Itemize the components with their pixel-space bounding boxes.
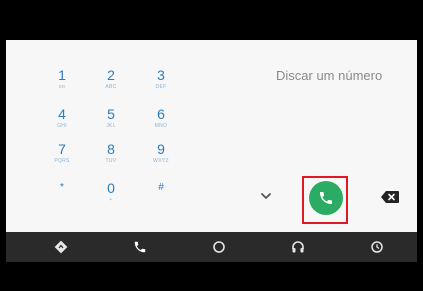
key-7[interactable]: 7 PQRS	[42, 141, 82, 179]
dialer-screen: 1 oo 2 ABC 3 DEF 4 GHI 5 JKL 6 MNO 7 PQR…	[6, 40, 417, 232]
call-button-highlight	[302, 176, 348, 224]
key-7-letters: PQRS	[54, 158, 70, 164]
headphones-icon	[292, 241, 304, 253]
android-auto-nav-bar	[6, 232, 417, 262]
phone-icon	[134, 241, 146, 253]
key-6-letters: MNO	[154, 123, 168, 129]
key-8[interactable]: 8 TUV	[91, 141, 131, 179]
key-2-number: 2	[107, 67, 115, 83]
key-2-letters: ABC	[105, 84, 117, 90]
home-circle-icon	[213, 241, 225, 253]
key-9[interactable]: 9 WXYZ	[141, 141, 181, 179]
key-5-letters: JKL	[106, 123, 116, 129]
recent-icon	[371, 241, 383, 253]
number-display-placeholder[interactable]: Discar um número	[276, 68, 382, 83]
right-black-border	[417, 40, 423, 262]
nav-item-home[interactable]	[209, 238, 229, 256]
top-black-bar	[0, 0, 423, 40]
key-3-number: 3	[157, 67, 165, 83]
key-6-number: 6	[157, 106, 165, 122]
key-star[interactable]: *	[42, 180, 82, 218]
key-4-number: 4	[58, 106, 66, 122]
key-3[interactable]: 3 DEF	[141, 67, 181, 105]
key-5[interactable]: 5 JKL	[91, 106, 131, 144]
key-8-letters: TUV	[105, 158, 117, 164]
key-6[interactable]: 6 MNO	[141, 106, 181, 144]
key-0[interactable]: 0 +	[91, 180, 131, 218]
key-1[interactable]: 1 oo	[42, 67, 82, 105]
key-9-number: 9	[157, 141, 165, 157]
key-star-symbol: *	[60, 182, 64, 193]
key-8-number: 8	[107, 141, 115, 157]
key-0-plus: +	[109, 197, 113, 203]
key-9-letters: WXYZ	[153, 158, 169, 164]
key-1-number: 1	[58, 67, 66, 83]
navigation-icon	[54, 240, 68, 254]
bottom-black-bar	[0, 262, 423, 291]
key-0-number: 0	[107, 180, 115, 196]
key-hash-symbol: #	[158, 182, 164, 193]
key-4[interactable]: 4 GHI	[42, 106, 82, 144]
nav-item-navigation[interactable]	[51, 238, 71, 256]
nav-item-recent[interactable]	[367, 238, 387, 256]
key-1-letters: oo	[58, 84, 66, 90]
key-hash[interactable]: #	[141, 180, 181, 218]
chevron-down-icon[interactable]	[258, 188, 274, 204]
key-2[interactable]: 2 ABC	[91, 67, 131, 105]
key-3-letters: DEF	[155, 84, 167, 90]
nav-item-phone[interactable]	[130, 238, 150, 256]
nav-item-media[interactable]	[288, 238, 308, 256]
key-4-letters: GHI	[57, 123, 67, 129]
key-7-number: 7	[58, 141, 66, 157]
backspace-icon[interactable]	[380, 190, 400, 204]
key-5-number: 5	[107, 106, 115, 122]
